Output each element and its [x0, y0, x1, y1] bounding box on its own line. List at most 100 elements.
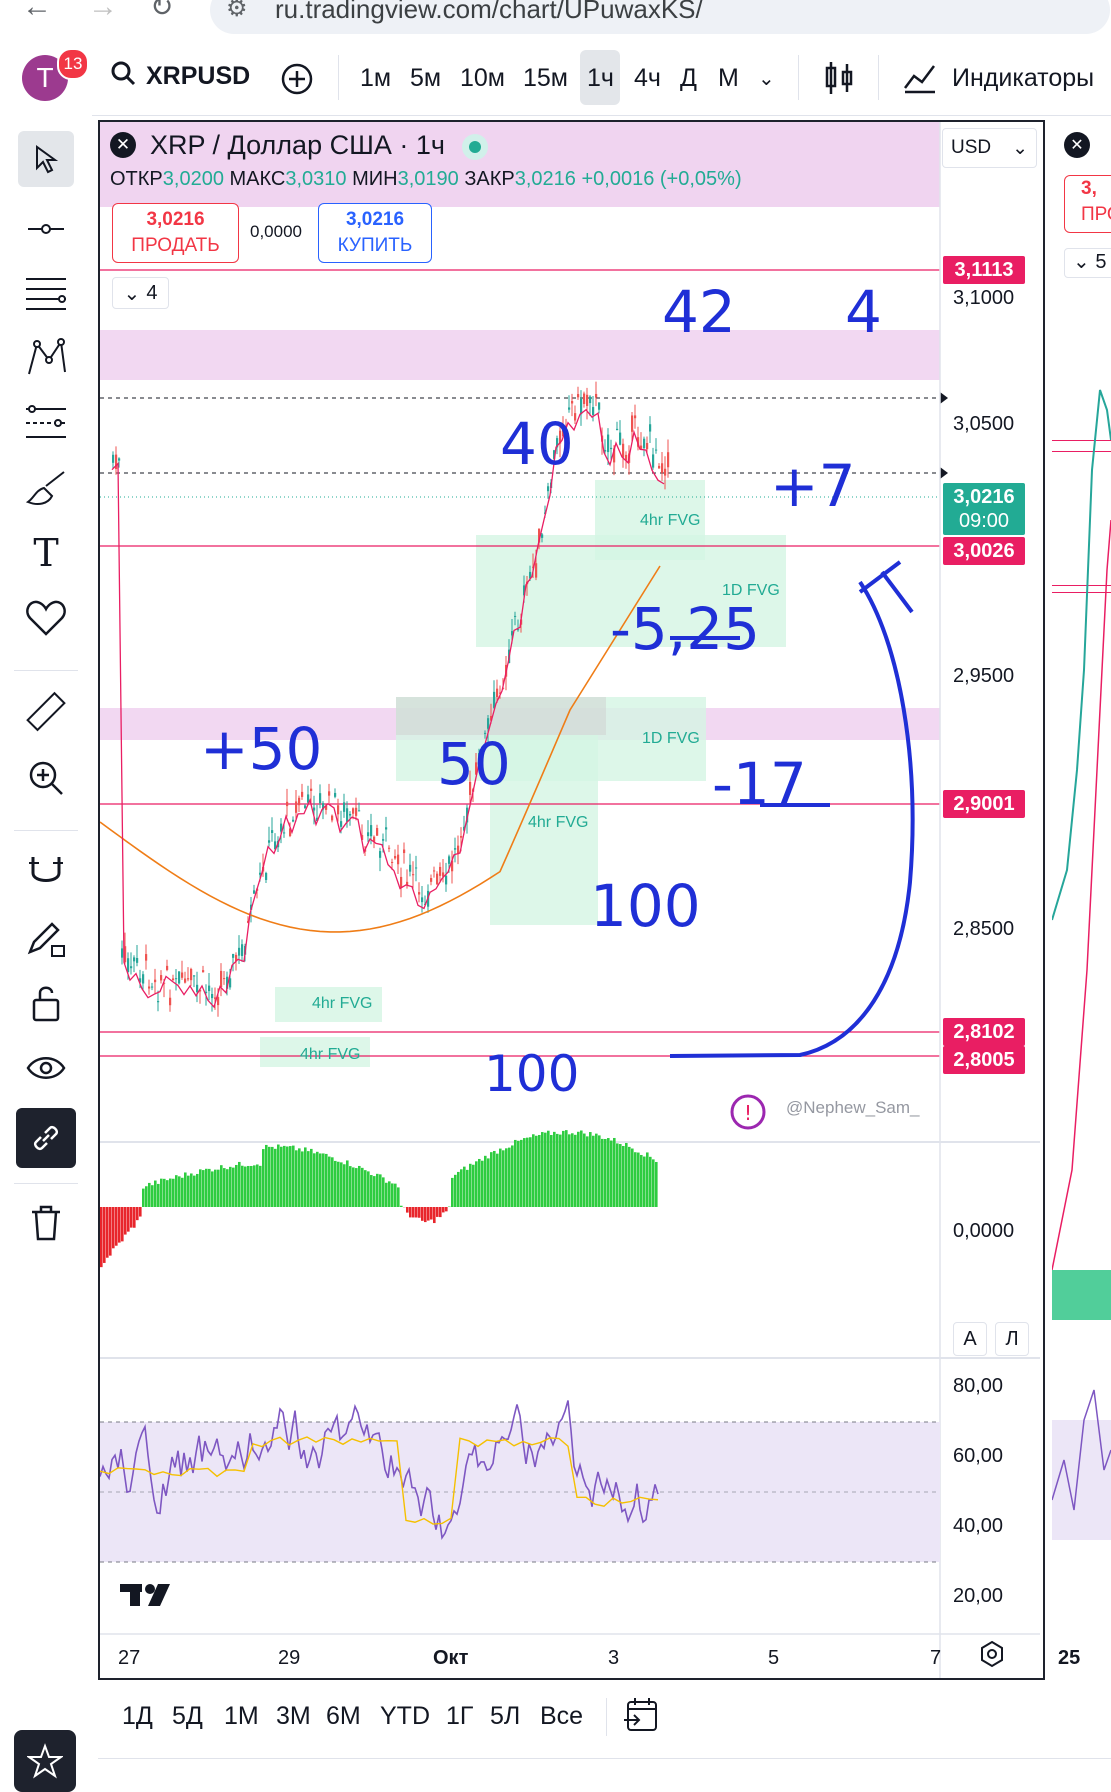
log-scale-button[interactable]: Л: [995, 1322, 1029, 1356]
trash-icon[interactable]: [18, 1195, 74, 1251]
histogram-bar: [565, 1130, 568, 1207]
market-status-icon[interactable]: [462, 134, 488, 160]
text-tool-icon[interactable]: T: [18, 525, 74, 581]
range-all[interactable]: Все: [540, 1702, 583, 1731]
candle: [598, 402, 600, 409]
settings-icon[interactable]: [978, 1640, 1006, 1673]
auto-scale-button[interactable]: A: [953, 1322, 987, 1356]
unlock-icon[interactable]: [18, 975, 74, 1031]
tab-4h[interactable]: 4ч: [634, 64, 661, 93]
candle: [367, 832, 369, 836]
trend-line-icon[interactable]: [18, 201, 74, 257]
tab-15m[interactable]: 15м: [523, 64, 568, 93]
histogram-bar: [235, 1165, 238, 1207]
histogram-bar: [388, 1181, 391, 1207]
range-5d[interactable]: 5Д: [172, 1702, 203, 1731]
histogram-bar: [409, 1207, 412, 1217]
price-label: 3,0026: [943, 537, 1025, 565]
range-1d[interactable]: 1Д: [122, 1702, 153, 1731]
site-settings-icon[interactable]: ⚙: [226, 0, 248, 23]
indicators-toggle[interactable]: ⌄4: [112, 277, 169, 309]
range-3m[interactable]: 3М: [276, 1702, 311, 1731]
histogram-bar: [394, 1184, 397, 1207]
prediction-icon[interactable]: [18, 395, 74, 451]
goto-date-icon[interactable]: [623, 1696, 659, 1739]
indicators-icon[interactable]: [903, 62, 937, 99]
histogram-bar: [298, 1148, 301, 1207]
histogram-bar: [493, 1151, 496, 1207]
buy-button[interactable]: 3,0216 КУПИТЬ: [318, 203, 432, 263]
histogram-bar: [475, 1161, 478, 1207]
back-icon[interactable]: ←: [22, 0, 52, 24]
histogram-bar: [526, 1138, 529, 1207]
histogram-bar: [283, 1146, 286, 1207]
brush-icon[interactable]: [18, 460, 74, 516]
tab-5m[interactable]: 5м: [410, 64, 441, 93]
histogram-bar: [115, 1207, 118, 1246]
eye-icon[interactable]: [18, 1040, 74, 1096]
time-tick: 3: [608, 1647, 619, 1670]
candle: [589, 397, 591, 404]
currency-select[interactable]: USD⌄: [942, 128, 1037, 168]
histogram-bar: [382, 1177, 385, 1207]
ruler-icon[interactable]: [18, 685, 74, 741]
candle: [331, 816, 333, 821]
price-label: 3,1113: [943, 256, 1025, 284]
candle-style-icon[interactable]: [824, 60, 854, 101]
tab-10m[interactable]: 10м: [460, 64, 505, 93]
compare-symbol-icon[interactable]: [280, 62, 314, 101]
heart-icon[interactable]: [18, 590, 74, 646]
price-chart[interactable]: !: [100, 122, 1040, 1678]
sell-button-2[interactable]: 3,ПРО: [1064, 175, 1111, 233]
histogram-bar: [415, 1207, 418, 1217]
candle: [286, 802, 288, 806]
pattern-icon[interactable]: [18, 330, 74, 386]
fib-lines-icon[interactable]: [18, 265, 74, 321]
histogram-bar: [130, 1207, 133, 1228]
zoom-icon[interactable]: [18, 750, 74, 806]
ink-mark: [860, 562, 912, 612]
chevron-down-icon[interactable]: ⌄: [758, 66, 775, 91]
histogram-bar: [253, 1165, 256, 1207]
range-1y[interactable]: 1Г: [446, 1702, 473, 1731]
histogram-bar: [274, 1149, 277, 1207]
candle: [271, 830, 273, 833]
histogram-bar: [148, 1183, 151, 1207]
forward-icon[interactable]: →: [88, 0, 118, 24]
sell-button[interactable]: 3,0216 ПРОДАТЬ: [112, 203, 239, 263]
histogram-bar: [556, 1134, 559, 1207]
symbol-search[interactable]: XRPUSD: [146, 62, 250, 91]
second-chart-panel[interactable]: ✕ 3,ПРО ⌄ 5 25: [1052, 120, 1111, 1680]
url-text[interactable]: ru.tradingview.com/chart/UPuwaxKS/: [275, 0, 703, 25]
magnet-icon[interactable]: [18, 845, 74, 901]
star-icon[interactable]: [14, 1730, 76, 1792]
range-6m[interactable]: 6М: [326, 1702, 361, 1731]
reload-icon[interactable]: ↻: [150, 0, 173, 23]
histogram-bar: [280, 1147, 283, 1207]
candle: [346, 808, 348, 822]
indicators-button[interactable]: Индикаторы: [952, 64, 1094, 93]
tab-1h[interactable]: 1ч: [587, 64, 614, 93]
chart-title[interactable]: XRP / Доллар США · 1ч: [150, 130, 445, 161]
range-1m[interactable]: 1М: [224, 1702, 259, 1731]
range-ytd[interactable]: YTD: [380, 1702, 430, 1731]
tab-1m[interactable]: 1м: [360, 64, 391, 93]
candle: [145, 954, 147, 961]
histogram-bar: [538, 1135, 541, 1207]
lock-drawings-icon[interactable]: [18, 910, 74, 966]
search-icon[interactable]: [110, 60, 136, 93]
time-tick: 5: [768, 1647, 779, 1670]
histogram-bar: [436, 1207, 439, 1217]
tab-month[interactable]: М: [718, 64, 739, 93]
tab-day[interactable]: Д: [680, 64, 697, 93]
candle: [397, 855, 399, 865]
link-icon[interactable]: [16, 1108, 76, 1168]
range-bar: 1Д 5Д 1М 3М 6М YTD 1Г 5Л Все: [98, 1690, 1045, 1745]
histogram-bar: [229, 1167, 232, 1207]
histogram-bar: [142, 1189, 145, 1207]
range-5y[interactable]: 5Л: [490, 1702, 520, 1731]
candle: [118, 458, 120, 460]
candle: [313, 808, 315, 811]
cursor-icon[interactable]: [18, 131, 74, 187]
histogram-bar: [466, 1170, 469, 1207]
